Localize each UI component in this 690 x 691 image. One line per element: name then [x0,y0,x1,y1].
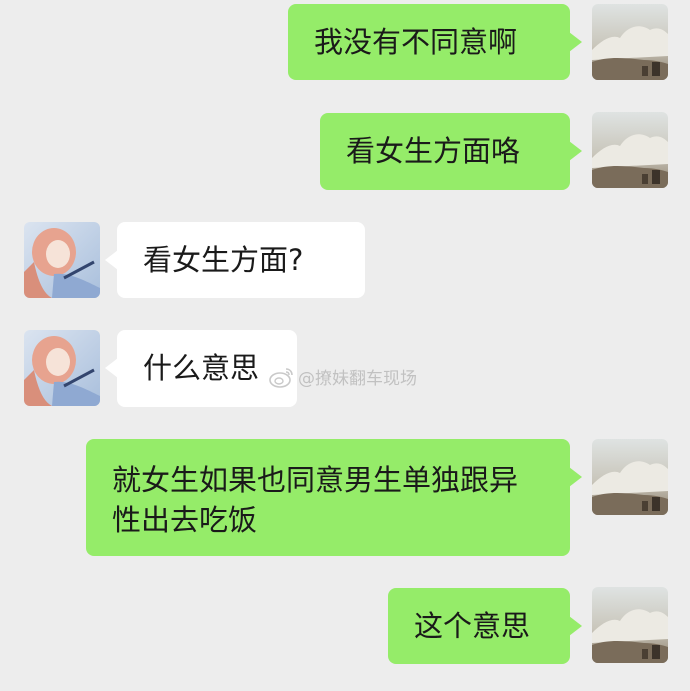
message-text: 什么意思 [143,351,260,385]
message-bubble[interactable]: 这个意思 [388,588,582,664]
sky-cloud-avatar[interactable] [592,587,668,663]
sky-cloud-avatar[interactable] [592,439,668,515]
sky-cloud-avatar[interactable] [592,112,668,188]
message-bubble[interactable]: 就女生如果也同意男生单独跟异性出去吃饭 [86,439,582,556]
message-text: 就女生如果也同意男生单独跟异性出去吃饭 [112,463,519,537]
message-text: 看女生方面? [143,243,304,277]
sky-cloud-avatar[interactable] [592,4,668,80]
watermark: @撩妹翻车现场 [268,364,417,389]
message-text: 这个意思 [414,609,531,643]
weibo-icon [269,367,293,388]
message-text: 我没有不同意啊 [314,25,518,59]
message-text: 看女生方面咯 [346,134,521,168]
message-bubble[interactable]: 看女生方面? [105,222,365,298]
anime-girl-avatar[interactable] [24,222,100,298]
message-bubble[interactable]: 看女生方面咯 [320,113,582,190]
watermark-text: @撩妹翻车现场 [298,369,417,389]
message-bubble[interactable]: 我没有不同意啊 [288,4,582,80]
anime-girl-avatar[interactable] [24,330,100,406]
